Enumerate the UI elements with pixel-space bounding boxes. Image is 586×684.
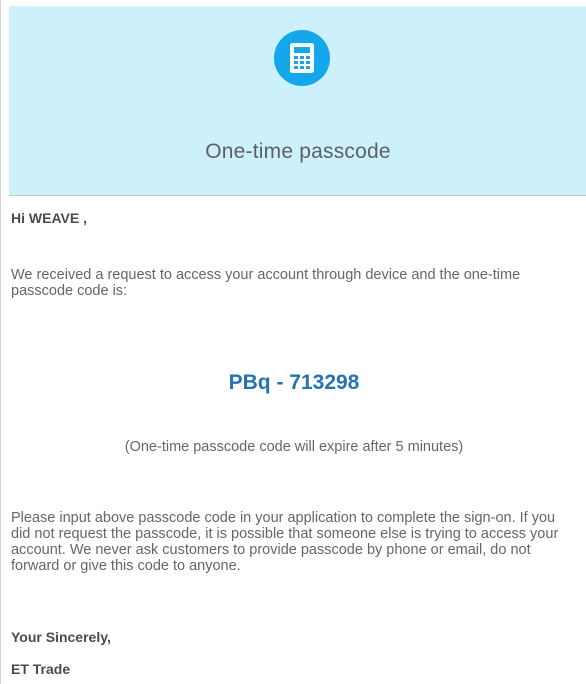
calculator-icon xyxy=(274,30,330,86)
greeting-text: Hi WEAVE , xyxy=(11,210,87,226)
page-title: One-time passcode xyxy=(205,140,391,163)
instructions-paragraph: Please input above passcode code in your… xyxy=(11,510,559,574)
expiry-note: (One-time passcode code will expire afte… xyxy=(124,439,464,455)
email-header-banner: One-time passcode xyxy=(9,6,586,196)
company-name: ET Trade xyxy=(11,661,71,677)
signoff-text: Your Sincerely, xyxy=(11,629,111,645)
passcode-value: PBq - 713298 xyxy=(228,371,360,394)
email-frame: One-time passcode Hi WEAVE , We received… xyxy=(0,0,586,684)
intro-paragraph: We received a request to access your acc… xyxy=(11,267,521,299)
